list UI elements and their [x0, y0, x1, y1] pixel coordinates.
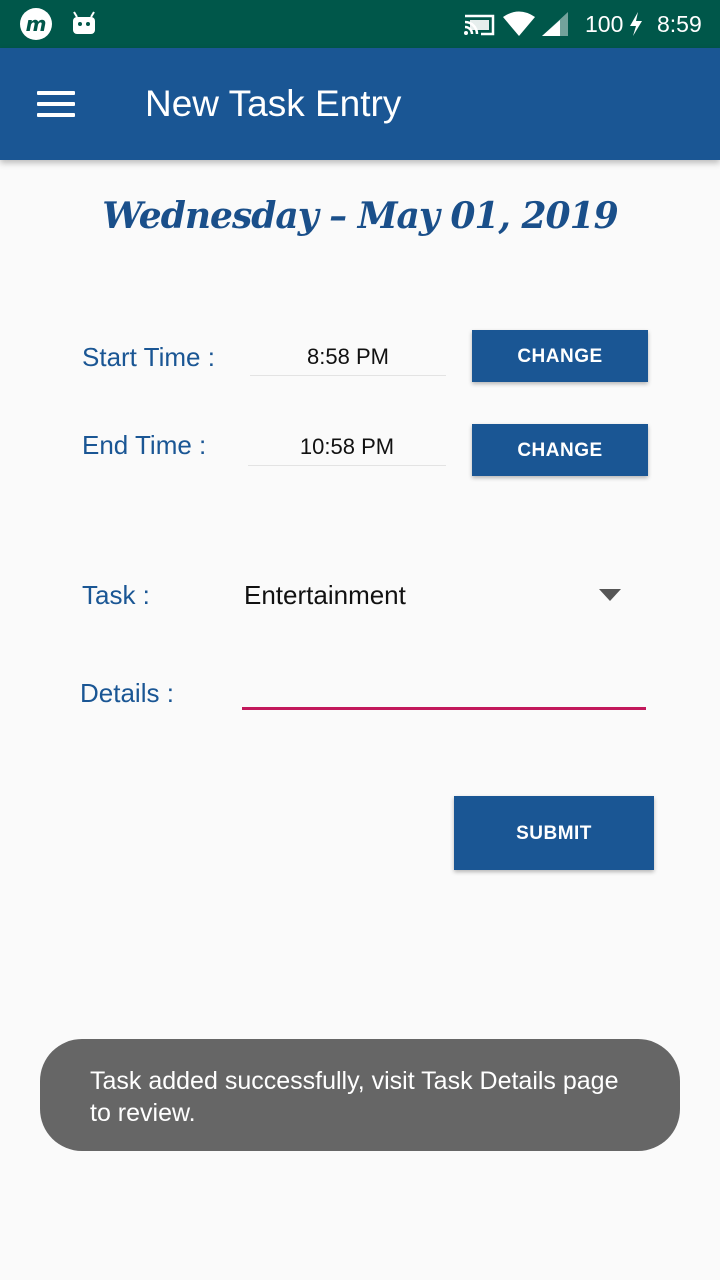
app-m-icon: m [20, 8, 52, 40]
page-title: New Task Entry [145, 83, 402, 124]
end-time-value: 10:58 PM [248, 430, 446, 466]
task-selected-value: Entertainment [244, 580, 406, 610]
change-start-time-button[interactable]: CHANGE [472, 330, 648, 382]
start-time-label: Start Time : [82, 342, 215, 372]
status-time: 8:59 [657, 11, 702, 37]
menu-icon[interactable] [24, 76, 88, 132]
signal-icon [542, 12, 568, 36]
change-end-time-button[interactable]: CHANGE [472, 424, 648, 476]
details-label: Details : [80, 678, 174, 708]
app-bar: New Task Entry [0, 48, 720, 160]
submit-button[interactable]: SUBMIT [454, 796, 654, 870]
end-time-label: End Time : [82, 430, 207, 460]
wifi-icon [503, 11, 535, 36]
battery-level: 100 [585, 11, 624, 37]
date-heading: Wednesday – May 01, 2019 [102, 195, 618, 237]
cast-icon [464, 14, 495, 36]
android-icon [73, 11, 95, 34]
start-time-value: 8:58 PM [250, 340, 446, 376]
details-input[interactable] [242, 664, 646, 710]
charging-icon [630, 12, 642, 36]
status-bar: m 100 8:59 [0, 0, 720, 48]
task-label: Task : [82, 580, 150, 610]
dropdown-arrow-icon [599, 589, 621, 601]
toast-message: Task added successfully, visit Task Deta… [40, 1039, 680, 1151]
